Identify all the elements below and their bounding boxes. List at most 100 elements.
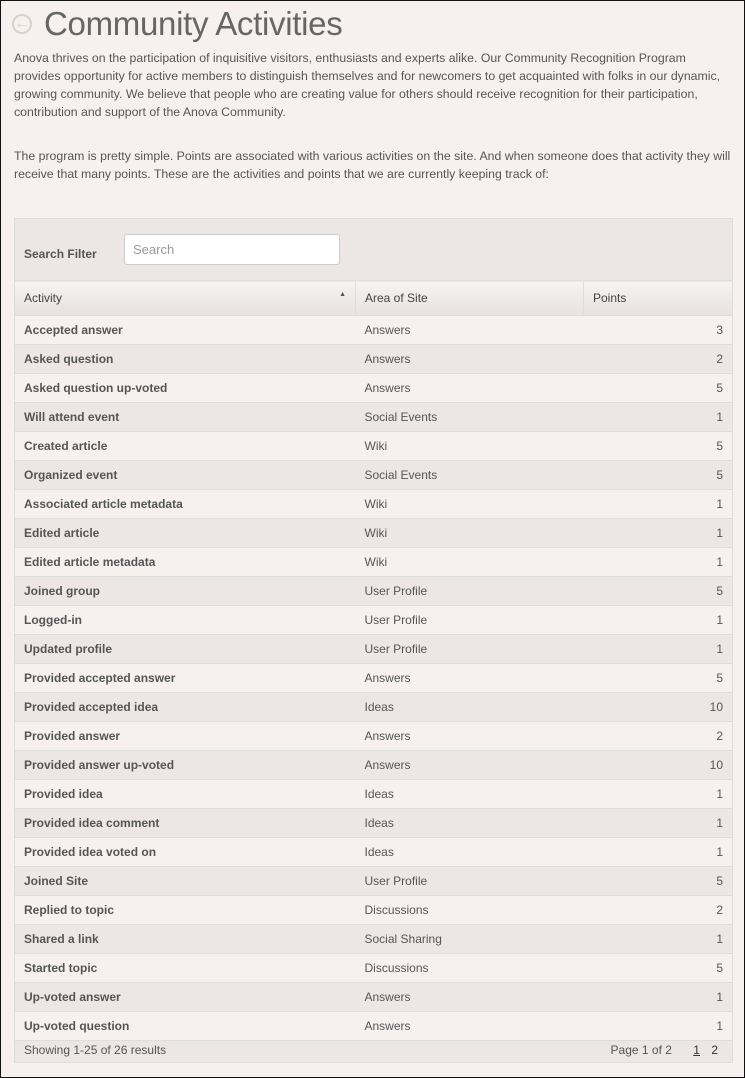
- activity-cell: Joined group: [14, 576, 356, 606]
- activity-cell: Created article: [14, 431, 356, 461]
- table-row: Provided accepted idea Ideas 10: [14, 692, 733, 722]
- activity-cell: Associated article metadata: [14, 489, 356, 519]
- table-row: Replied to topic Discussions 2: [14, 895, 733, 925]
- points-cell: 1: [583, 924, 733, 954]
- activities-panel: Search Filter Activity▲ Area of Site Poi…: [14, 218, 733, 1063]
- activity-cell: Asked question: [14, 344, 356, 374]
- activity-cell: Accepted answer: [14, 315, 356, 345]
- table-row: Organized event Social Events 5: [14, 460, 733, 490]
- area-cell: Ideas: [355, 837, 584, 867]
- points-cell: 1: [583, 808, 733, 838]
- area-cell: Answers: [355, 1011, 584, 1041]
- area-cell: Wiki: [355, 489, 584, 519]
- table-row: Provided accepted answer Answers 5: [14, 663, 733, 693]
- area-cell: Wiki: [355, 547, 584, 577]
- table-row: Provided idea comment Ideas 1: [14, 808, 733, 838]
- results-count: Showing 1-25 of 26 results: [24, 1043, 167, 1057]
- column-header-activity[interactable]: Activity ▲: [14, 280, 356, 316]
- points-cell: 2: [583, 721, 733, 751]
- area-cell: Social Events: [355, 402, 584, 432]
- search-input[interactable]: [124, 234, 340, 265]
- intro-paragraph: Anova thrives on the participation of in…: [14, 51, 721, 119]
- area-cell: Answers: [355, 663, 584, 693]
- page-link-1[interactable]: 1: [693, 1043, 700, 1057]
- activity-cell: Logged-in: [14, 605, 356, 635]
- table-row: Logged-in User Profile 1: [14, 605, 733, 635]
- activity-cell: Up-voted question: [14, 1011, 356, 1041]
- search-filter-label: Search Filter: [24, 247, 97, 261]
- table-row: Edited article Wiki 1: [14, 518, 733, 548]
- column-header-points[interactable]: Points: [583, 280, 733, 316]
- activity-cell: Up-voted answer: [14, 982, 356, 1012]
- activity-cell: Shared a link: [14, 924, 356, 954]
- points-cell: 1: [583, 402, 733, 432]
- activity-cell: Provided idea voted on: [14, 837, 356, 867]
- activity-cell: Updated profile: [14, 634, 356, 664]
- area-cell: Discussions: [355, 895, 584, 925]
- points-cell: 5: [583, 576, 733, 606]
- activity-cell: Provided answer up-voted: [14, 750, 356, 780]
- points-cell: 1: [583, 518, 733, 548]
- area-cell: Social Sharing: [355, 924, 584, 954]
- sort-ascending-icon: ▲: [339, 291, 346, 298]
- table-row: Joined group User Profile 5: [14, 576, 733, 606]
- activity-cell: Organized event: [14, 460, 356, 490]
- points-cell: 1: [583, 982, 733, 1012]
- area-cell: Discussions: [355, 953, 584, 983]
- activity-cell: Edited article: [14, 518, 356, 548]
- table-row: Provided idea Ideas 1: [14, 779, 733, 809]
- points-cell: 5: [583, 663, 733, 693]
- table-row: Joined Site User Profile 5: [14, 866, 733, 896]
- table-row: Up-voted question Answers 1: [14, 1011, 733, 1041]
- area-cell: Ideas: [355, 692, 584, 722]
- table-row: Shared a link Social Sharing 1: [14, 924, 733, 954]
- area-cell: Answers: [355, 344, 584, 374]
- table-row: Will attend event Social Events 1: [14, 402, 733, 432]
- activity-cell: Joined Site: [14, 866, 356, 896]
- area-cell: Answers: [355, 721, 584, 751]
- points-cell: 10: [583, 692, 733, 722]
- page-info: Page 1 of 2: [610, 1043, 672, 1057]
- area-cell: Ideas: [355, 779, 584, 809]
- page-link-2[interactable]: 2: [711, 1043, 718, 1057]
- activity-cell: Provided accepted answer: [14, 663, 356, 693]
- points-cell: 3: [583, 315, 733, 345]
- page-header: ← Community Activities: [12, 5, 343, 43]
- table-row: Provided answer Answers 2: [14, 721, 733, 751]
- points-cell: 1: [583, 779, 733, 809]
- points-cell: 5: [583, 373, 733, 403]
- points-cell: 2: [583, 895, 733, 925]
- table-row: Created article Wiki 5: [14, 431, 733, 461]
- table-footer: Showing 1-25 of 26 results Page 1 of 2 1…: [15, 1038, 732, 1062]
- column-header-area[interactable]: Area of Site: [355, 280, 584, 316]
- table-row: Accepted answer Answers 3: [14, 315, 733, 345]
- points-cell: 2: [583, 344, 733, 374]
- area-cell: Wiki: [355, 518, 584, 548]
- back-arrow-icon[interactable]: ←: [12, 14, 32, 34]
- activity-cell: Provided answer: [14, 721, 356, 751]
- area-cell: Social Events: [355, 460, 584, 490]
- activity-cell: Will attend event: [14, 402, 356, 432]
- points-cell: 1: [583, 1011, 733, 1041]
- area-cell: Ideas: [355, 808, 584, 838]
- table-row: Associated article metadata Wiki 1: [14, 489, 733, 519]
- points-cell: 5: [583, 460, 733, 490]
- points-cell: 1: [583, 547, 733, 577]
- activity-cell: Started topic: [14, 953, 356, 983]
- area-cell: User Profile: [355, 605, 584, 635]
- table-row: Edited article metadata Wiki 1: [14, 547, 733, 577]
- activity-cell: Provided idea: [14, 779, 356, 809]
- table-row: Started topic Discussions 5: [14, 953, 733, 983]
- area-cell: Answers: [355, 750, 584, 780]
- activity-cell: Asked question up-voted: [14, 373, 356, 403]
- area-cell: Answers: [355, 982, 584, 1012]
- area-cell: Wiki: [355, 431, 584, 461]
- activity-cell: Edited article metadata: [14, 547, 356, 577]
- table-row: Provided answer up-voted Answers 10: [14, 750, 733, 780]
- area-cell: User Profile: [355, 634, 584, 664]
- points-cell: 10: [583, 750, 733, 780]
- table-row: Updated profile User Profile 1: [14, 634, 733, 664]
- area-cell: User Profile: [355, 866, 584, 896]
- program-paragraph: The program is pretty simple. Points are…: [14, 149, 731, 181]
- activity-cell: Replied to topic: [14, 895, 356, 925]
